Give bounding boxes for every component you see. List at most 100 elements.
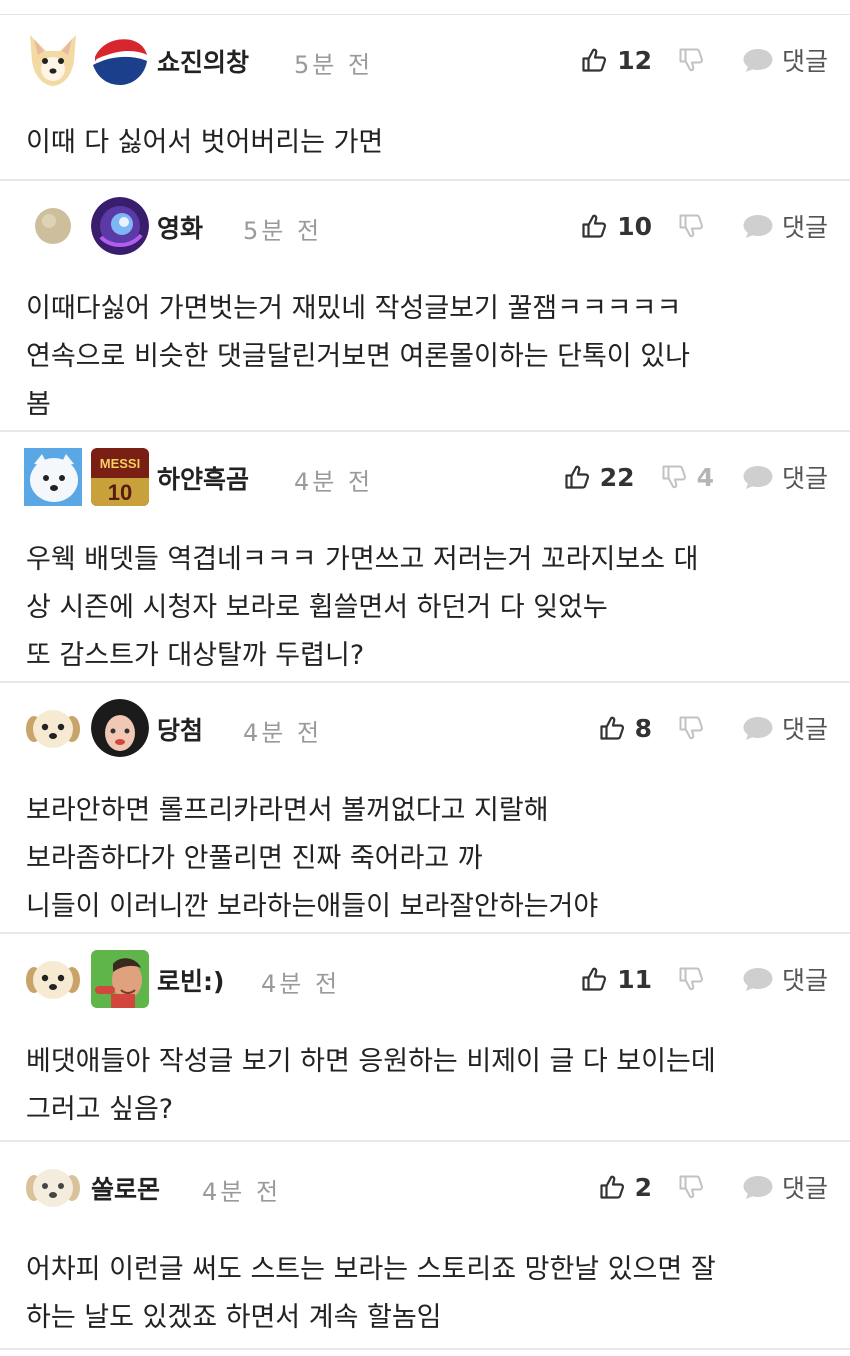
comment-line: 하는 날도 있겠죠 하면서 계속 할놈임 [26,1302,442,1333]
reply-label: 댓글 [781,966,828,995]
reply-label: 댓글 [781,464,828,493]
comment-line: 봄 [26,389,51,420]
svg-text:10: 10 [108,480,132,505]
comment-line: 베댓애들아 작성글 보기 하면 응원하는 비제이 글 다 보이는데 [26,1046,716,1077]
profile-avatar[interactable] [91,197,149,255]
level-avatar-circle-icon [24,197,82,255]
dislike-button[interactable] [678,47,714,73]
dislike-button[interactable] [678,1174,714,1200]
like-button[interactable]: 8 [599,714,652,743]
comment-text: 베댓애들아 작성글 보기 하면 응원하는 비제이 글 다 보이는데 그러고 싶음… [26,1038,830,1134]
reply-button[interactable]: 댓글 [742,961,828,997]
reply-button[interactable]: 댓글 [742,208,828,244]
thumbs-down-icon [678,47,704,73]
speech-bubble-icon [742,464,774,490]
comment-header: 쏠로몬 4분 전 2 댓글 [0,1142,850,1230]
comment-item: MESSI 10 하얀흑곰 4분 전 22 4 댓글 우웩 배뎃들 역겹네ㅋㅋㅋ… [0,432,850,683]
comment-line: 이때 다 싫어서 벗어버리는 가면 [26,127,384,158]
like-button[interactable]: 11 [581,965,652,994]
comment-line: 보라좀하다가 안풀리면 진짜 죽어라고 까 [26,843,483,874]
comment-header: 쇼진의창 5분 전 12 댓글 [0,15,850,103]
comment-text: 어차피 이런글 써도 스트는 보라는 스토리죠 망한날 있으면 잘 하는 날도 … [26,1246,830,1342]
thumbs-up-icon [581,966,607,992]
like-button[interactable]: 10 [581,212,652,241]
like-button[interactable]: 22 [564,463,635,492]
reply-button[interactable]: 댓글 [742,1169,828,1205]
like-count: 2 [634,1172,652,1202]
reply-label: 댓글 [781,213,828,242]
reply-label: 댓글 [781,715,828,744]
comment-text: 우웩 배뎃들 역겹네ㅋㅋㅋ 가면쓰고 저러는거 꼬라지보소 대 상 시즌에 시청… [26,536,830,680]
username[interactable]: 쏠로몬 [91,1170,160,1206]
reply-button[interactable]: 댓글 [742,459,828,495]
thumbs-down-icon [678,1174,704,1200]
speech-bubble-icon [742,966,774,992]
comment-actions: 11 댓글 [581,956,828,1002]
dislike-button[interactable] [678,715,714,741]
speech-bubble-icon [742,1174,774,1200]
comment-line: 어차피 이런글 써도 스트는 보라는 스토리죠 망한날 있으면 잘 [26,1254,716,1285]
profile-avatar[interactable]: MESSI 10 [91,448,149,506]
comment-item: 로빈:) 4분 전 11 댓글 베댓애들아 작성글 보기 하면 응원하는 비제이… [0,934,850,1142]
timestamp: 4분 전 [202,1178,282,1206]
comment-line: 이때다싫어 가면벗는거 재밌네 작성글보기 꿀잼ㅋㅋㅋㅋㅋ [26,293,682,324]
thumbs-down-icon [661,464,687,490]
level-avatar-white-dog-icon [24,448,82,506]
timestamp: 4분 전 [261,970,341,998]
comment-line: 니들이 이러니깐 보라하는애들이 보라잘안하는거야 [26,891,599,922]
like-count: 11 [617,964,652,994]
thumbs-up-icon [581,47,607,73]
comment-line: 우웩 배뎃들 역겹네ㅋㅋㅋ 가면쓰고 저러는거 꼬라지보소 대 [26,544,699,575]
like-button[interactable]: 2 [599,1173,652,1202]
username[interactable]: 하얀흑곰 [157,460,249,496]
timestamp: 4분 전 [294,468,374,496]
comment-item: 영화 5분 전 10 댓글 이때다싫어 가면벗는거 재밌네 작성글보기 꿀잼ㅋㅋ… [0,181,850,432]
comment-header: MESSI 10 하얀흑곰 4분 전 22 4 댓글 [0,432,850,520]
thumbs-down-icon [678,715,704,741]
comment-line: 상 시즌에 시청자 보라로 휩쓸면서 하던거 다 잊었누 [26,592,608,623]
comment-line: 보라안하면 롤프리카라면서 볼꺼없다고 지랄해 [26,795,549,826]
thumbs-up-icon [581,213,607,239]
like-count: 10 [617,211,652,241]
level-avatar-puppy-icon [24,699,82,757]
level-avatar-puppy-icon [24,1158,82,1216]
timestamp: 5분 전 [243,217,323,245]
comment-header: 로빈:) 4분 전 11 댓글 [0,934,850,1022]
username[interactable]: 당첨 [157,711,203,747]
like-count: 8 [634,713,652,743]
dislike-button[interactable] [678,966,714,992]
comment-actions: 22 4 댓글 [564,454,828,500]
comment-text: 보라안하면 롤프리카라면서 볼꺼없다고 지랄해 보라좀하다가 안풀리면 진짜 죽… [26,787,830,931]
reply-button[interactable]: 댓글 [742,710,828,746]
speech-bubble-icon [742,213,774,239]
reply-button[interactable]: 댓글 [742,42,828,78]
like-count: 22 [599,462,635,492]
like-count: 12 [617,45,652,75]
dislike-button[interactable] [678,213,714,239]
username[interactable]: 쇼진의창 [157,43,249,79]
speech-bubble-icon [742,715,774,741]
username[interactable]: 영화 [157,209,203,245]
comment-header: 영화 5분 전 10 댓글 [0,181,850,269]
timestamp: 5분 전 [294,51,374,79]
svg-text:MESSI: MESSI [100,456,140,471]
profile-avatar[interactable] [91,31,149,89]
comment-text: 이때 다 싫어서 벗어버리는 가면 [26,119,830,167]
timestamp: 4분 전 [243,719,323,747]
comment-item: 쏠로몬 4분 전 2 댓글 어차피 이런글 써도 스트는 보라는 스토리죠 망한… [0,1142,850,1350]
username[interactable]: 로빈:) [157,962,224,998]
comment-actions: 2 댓글 [599,1164,828,1210]
dislike-button[interactable]: 4 [661,463,714,492]
top-divider [0,0,850,15]
profile-avatar[interactable] [91,950,149,1008]
profile-avatar[interactable] [91,699,149,757]
comment-actions: 12 댓글 [581,37,828,83]
comment-item: 당첨 4분 전 8 댓글 보라안하면 롤프리카라면서 볼꺼없다고 지랄해 보라좀… [0,683,850,934]
thumbs-up-icon [564,464,590,490]
comment-line: 연속으로 비슷한 댓글달린거보면 여론몰이하는 단톡이 있나 [26,341,690,372]
thumbs-down-icon [678,966,704,992]
level-avatar-puppy-icon [24,950,82,1008]
comment-text: 이때다싫어 가면벗는거 재밌네 작성글보기 꿀잼ㅋㅋㅋㅋㅋ 연속으로 비슷한 댓… [26,285,830,429]
level-avatar-dog-icon [24,31,82,89]
like-button[interactable]: 12 [581,46,652,75]
